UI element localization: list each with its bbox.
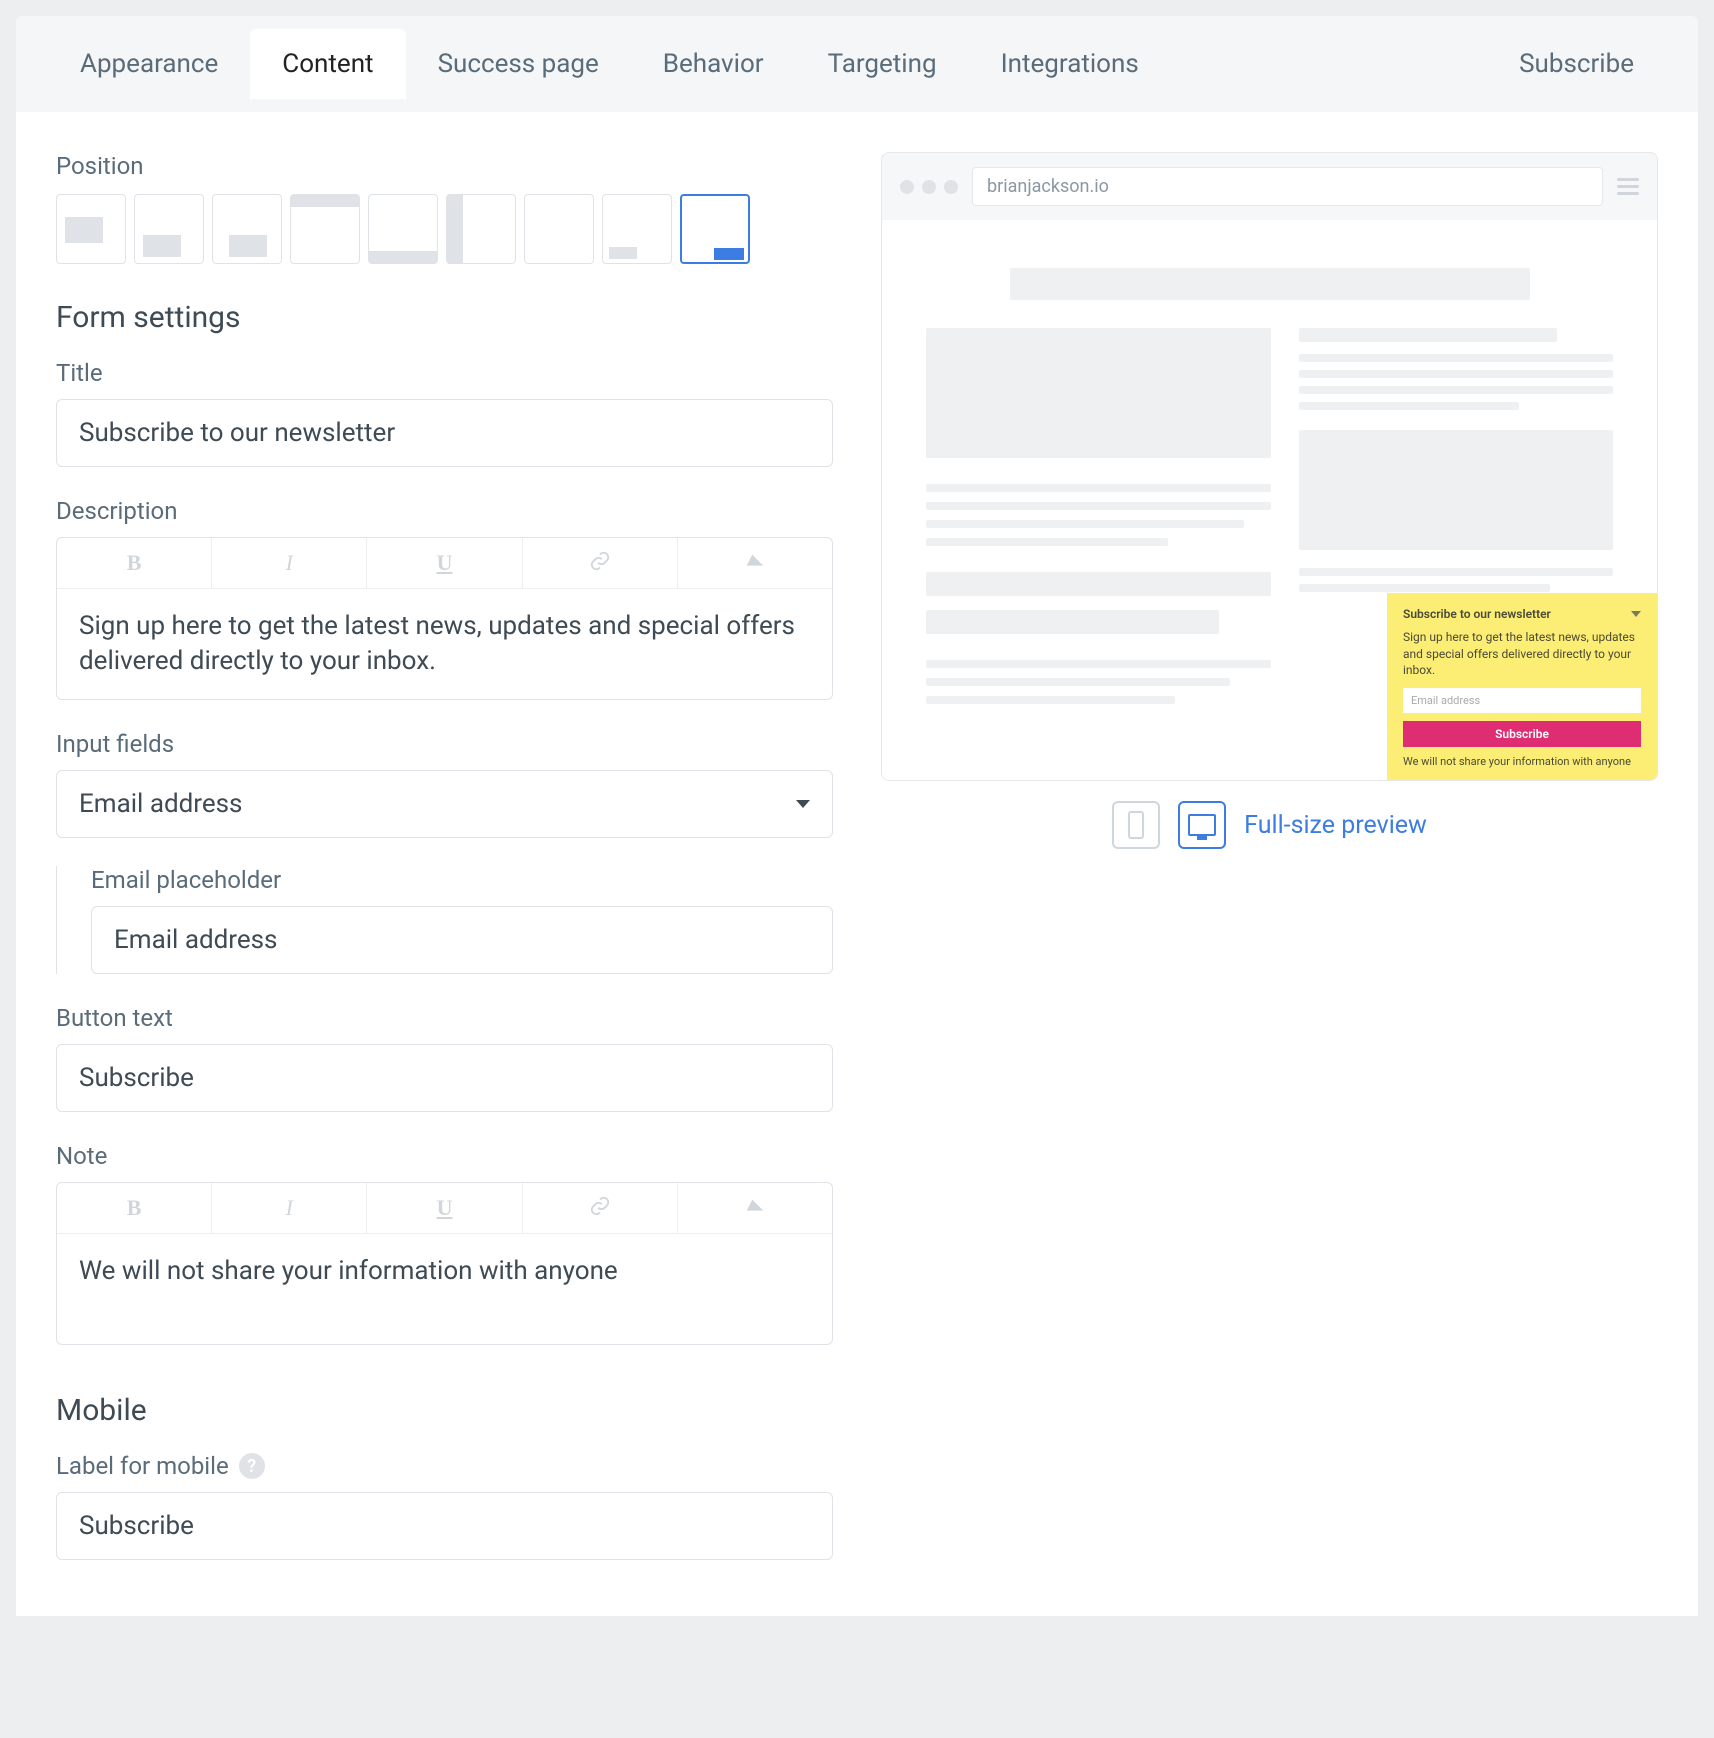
title-label: Title <box>56 359 833 387</box>
tab-behavior[interactable]: Behavior <box>631 29 796 99</box>
preview-popup-title: Subscribe to our newsletter <box>1403 607 1551 621</box>
position-option-top-bar[interactable] <box>290 194 360 264</box>
label-for-mobile-input[interactable] <box>56 1492 833 1560</box>
note-toolbar: B I U <box>57 1183 832 1234</box>
tab-content[interactable]: Content <box>250 29 405 99</box>
label-for-mobile-label: Label for mobile ? <box>56 1452 833 1480</box>
tab-appearance[interactable]: Appearance <box>48 29 250 99</box>
form-name-label: Subscribe <box>1487 29 1666 99</box>
note-clear-format-button[interactable] <box>678 1183 832 1233</box>
link-button[interactable] <box>523 538 678 588</box>
input-fields-label: Input fields <box>56 730 833 758</box>
help-icon[interactable]: ? <box>239 1453 265 1479</box>
note-underline-button[interactable]: U <box>367 1183 522 1233</box>
preview-popup-button: Subscribe <box>1403 721 1641 747</box>
chevron-down-icon <box>796 800 810 808</box>
position-option-bottom-left-small[interactable] <box>602 194 672 264</box>
title-input[interactable] <box>56 399 833 467</box>
italic-button[interactable]: I <box>212 538 367 588</box>
position-option-bottom-center-block[interactable] <box>212 194 282 264</box>
preview-popup-note: We will not share your information with … <box>1403 755 1641 768</box>
input-fields-select[interactable]: Email address <box>56 770 833 838</box>
position-option-left-sidebar[interactable] <box>446 194 516 264</box>
position-option-bottom-bar[interactable] <box>368 194 438 264</box>
position-label: Position <box>56 152 833 180</box>
window-controls-icon <box>900 180 958 194</box>
clear-format-button[interactable] <box>678 538 832 588</box>
tab-targeting[interactable]: Targeting <box>796 29 969 99</box>
description-textarea[interactable]: Sign up here to get the latest news, upd… <box>57 589 832 699</box>
input-fields-value: Email address <box>79 789 242 819</box>
preview-page: Subscribe to our newsletter Sign up here… <box>882 220 1657 780</box>
position-option-bottom-right-small[interactable] <box>680 194 750 264</box>
tab-bar: Appearance Content Success page Behavior… <box>16 16 1698 112</box>
chevron-down-icon <box>1631 611 1641 617</box>
position-options <box>56 194 833 264</box>
note-bold-button[interactable]: B <box>57 1183 212 1233</box>
email-placeholder-label: Email placeholder <box>91 866 833 894</box>
desktop-icon <box>1188 814 1216 836</box>
preview-column: brianjackson.io <box>881 152 1658 1560</box>
email-placeholder-input[interactable] <box>91 906 833 974</box>
preview-mobile-button[interactable] <box>1112 801 1160 849</box>
description-editor: B I U Sign up here to get the latest new… <box>56 537 833 700</box>
mobile-icon <box>1128 811 1144 839</box>
url-bar: brianjackson.io <box>972 167 1603 206</box>
mobile-heading: Mobile <box>56 1393 833 1428</box>
preview-browser: brianjackson.io <box>881 152 1658 781</box>
browser-toolbar: brianjackson.io <box>882 153 1657 220</box>
full-size-preview-link[interactable]: Full-size preview <box>1244 811 1427 840</box>
position-option-blank[interactable] <box>524 194 594 264</box>
menu-icon <box>1617 178 1639 195</box>
note-link-button[interactable] <box>523 1183 678 1233</box>
description-label: Description <box>56 497 833 525</box>
button-text-input[interactable] <box>56 1044 833 1112</box>
note-textarea[interactable]: We will not share your information with … <box>57 1234 832 1344</box>
position-option-center-left[interactable] <box>56 194 126 264</box>
description-toolbar: B I U <box>57 538 832 589</box>
form-settings-heading: Form settings <box>56 300 833 335</box>
settings-column: Position <box>56 152 833 1560</box>
preview-popup-text: Sign up here to get the latest news, upd… <box>1403 629 1641 678</box>
tab-success-page[interactable]: Success page <box>406 29 631 99</box>
tab-integrations[interactable]: Integrations <box>969 29 1171 99</box>
note-label: Note <box>56 1142 833 1170</box>
position-option-bottom-left-block[interactable] <box>134 194 204 264</box>
note-italic-button[interactable]: I <box>212 1183 367 1233</box>
preview-desktop-button[interactable] <box>1178 801 1226 849</box>
bold-button[interactable]: B <box>57 538 212 588</box>
preview-controls: Full-size preview <box>881 801 1658 849</box>
preview-popup-input: Email address <box>1403 688 1641 713</box>
preview-popup: Subscribe to our newsletter Sign up here… <box>1387 593 1657 780</box>
content-canvas: Position <box>16 112 1698 1616</box>
note-editor: B I U We will not share your information… <box>56 1182 833 1345</box>
button-text-label: Button text <box>56 1004 833 1032</box>
underline-button[interactable]: U <box>367 538 522 588</box>
editor-panel: Appearance Content Success page Behavior… <box>16 16 1698 1616</box>
